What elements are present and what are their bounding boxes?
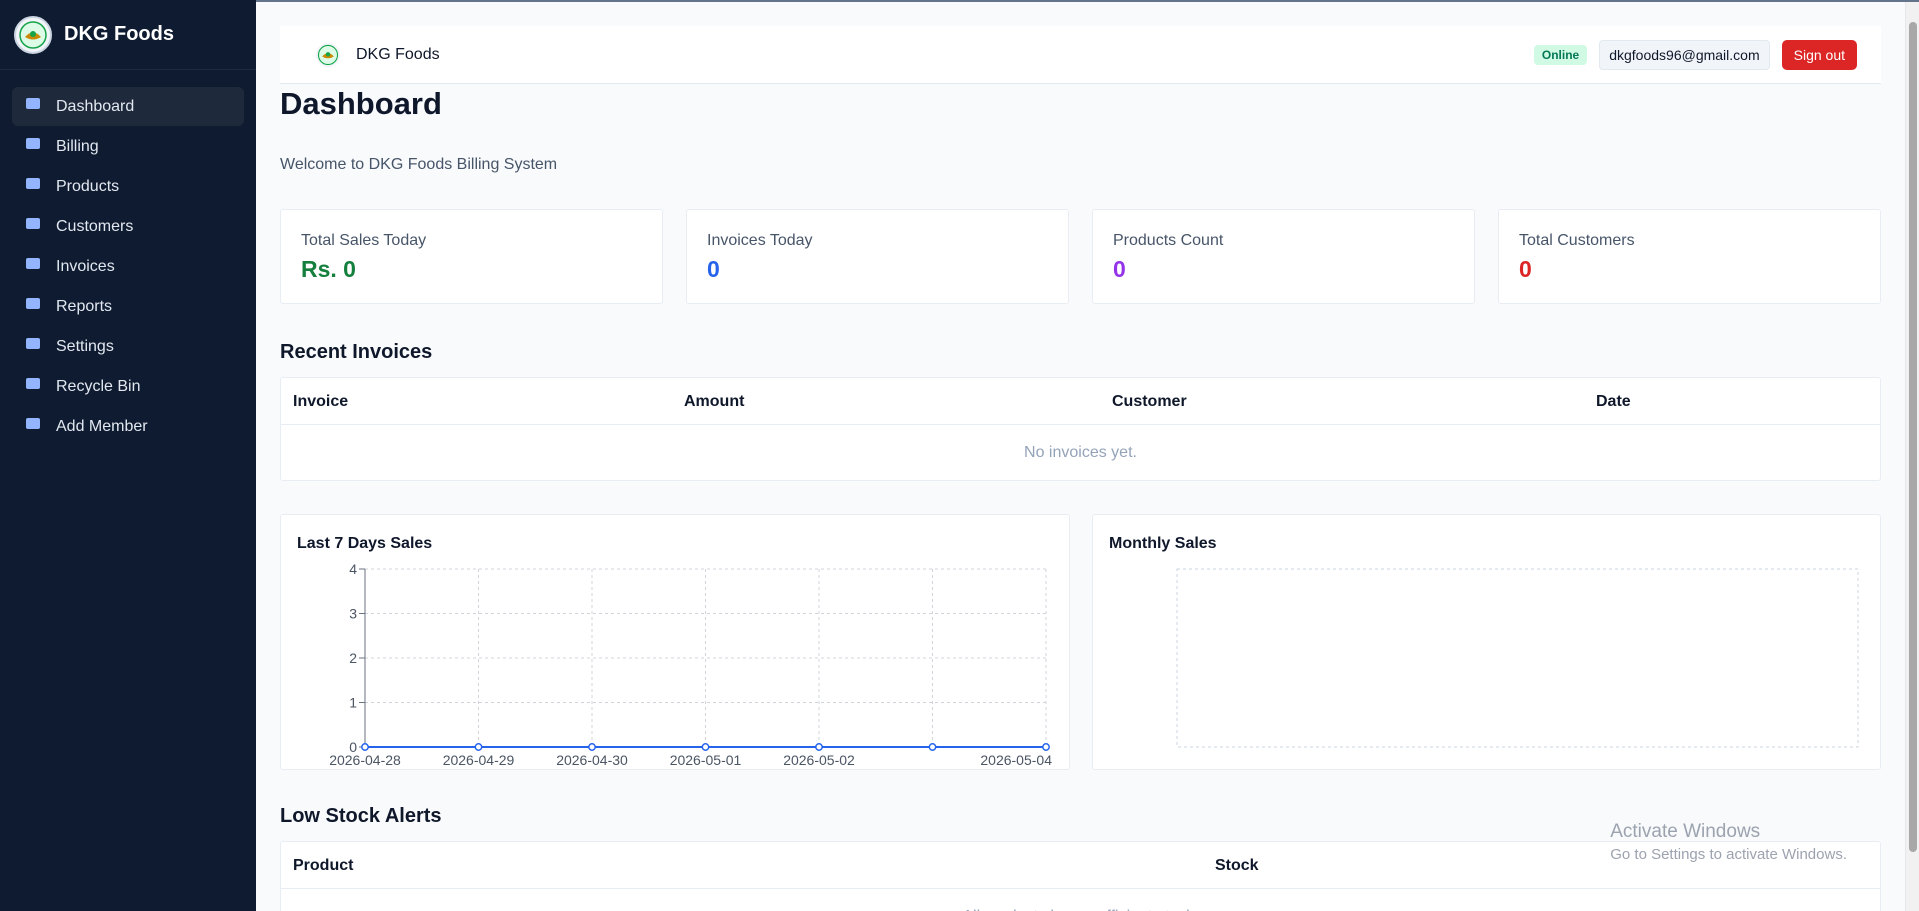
sidebar-item-products[interactable]: Products [12,167,244,206]
last-7-days-sales-chart: 012342026-04-28 2026-04-29 2026-04-30 2026-… [329,561,1052,768]
stat-card-invoices-today: Invoices Today 0 [686,209,1069,304]
low-stock-title: Low Stock Alerts [280,805,442,827]
topbar-actions: Online dkgfoods96@gmail.com Sign out [1533,39,1857,70]
column-header[interactable]: Invoice [293,393,348,411]
stat-value: 0 [707,256,720,282]
message-icon [26,418,40,429]
brand-name: DKG Foods [64,23,174,45]
recent-invoices-title: Recent Invoices [280,341,433,363]
stat-label: Products Count [1113,232,1224,249]
x-tick-label: 2026-04-28 [329,752,401,768]
y-tick-label: 2 [349,650,357,666]
topbar: DKG Foods Online dkgfoods96@gmail.com Si… [280,26,1881,84]
message-icon [26,218,40,229]
stat-card-total-sales: Total Sales Today Rs. 0 [280,209,663,304]
stat-card-products-count: Products Count 0 [1092,209,1475,304]
watermark-subtitle: Go to Settings to activate Windows. [1610,846,1847,863]
watermark-title: Activate Windows [1610,821,1761,842]
data-point [588,743,596,751]
welcome-text: Welcome to DKG Foods Billing System [280,156,558,173]
table-header-row: Invoice Amount Customer Date [281,378,1880,425]
empty-state: All products have sufficient stock. [281,889,1880,911]
x-tick-label: 2026-05-01 [670,752,742,768]
column-header[interactable]: Product [293,857,353,875]
y-tick-label: 3 [349,606,357,622]
sidebar-item-billing[interactable]: Billing [12,127,244,166]
chart-plot-area [1176,568,1859,748]
stat-label: Total Sales Today [301,232,427,249]
message-icon [26,338,40,349]
x-tick-label: 2026-05-04 [980,752,1052,768]
stat-value: 0 [1113,256,1126,282]
x-tick-label: 2026-05-02 [783,752,855,768]
recent-invoices-table: Invoice Amount Customer Date No invoices… [280,377,1881,481]
message-icon [26,98,40,109]
data-point [361,743,369,751]
sidebar-item-customers[interactable]: Customers [12,207,244,246]
monthly-sales-chart [1176,568,1859,748]
sidebar-nav: Dashboard Billing Products Customers Inv… [0,70,256,446]
data-point [815,743,823,751]
vertical-scrollbar[interactable] [1905,2,1919,911]
stat-card-total-customers: Total Customers 0 [1498,209,1881,304]
message-icon [26,258,40,269]
sidebar-item-settings[interactable]: Settings [12,327,244,366]
data-point [701,743,710,751]
message-icon [26,378,40,389]
sidebar-item-label: Customers [56,217,134,235]
sidebar-item-dashboard[interactable]: Dashboard [12,87,244,126]
main-content: DKG Foods Online dkgfoods96@gmail.com Si… [256,0,1919,911]
sidebar-item-label: Add Member [56,417,148,435]
sidebar-item-label: Reports [56,297,113,315]
y-tick-label: 4 [349,561,357,577]
scrollbar-thumb[interactable] [1909,22,1917,852]
sidebar-item-recycle-bin[interactable]: Recycle Bin [12,367,244,406]
sidebar-brand[interactable]: DKG Foods [0,0,256,70]
column-header[interactable]: Stock [1215,857,1259,875]
data-point [1042,743,1050,751]
sidebar-item-label: Billing [56,137,99,155]
column-header[interactable]: Amount [684,393,744,411]
stat-label: Invoices Today [707,232,813,249]
message-icon [26,298,40,309]
data-point [928,743,937,751]
message-icon [26,178,40,189]
brand-logo-icon [14,15,52,54]
monthly-sales-card: Monthly Sales [1092,514,1881,770]
sidebar-item-reports[interactable]: Reports [12,287,244,326]
sidebar-item-label: Settings [56,337,114,355]
user-email: dkgfoods96@gmail.com [1599,39,1770,70]
sign-out-button[interactable]: Sign out [1781,39,1857,70]
stat-label: Total Customers [1519,232,1635,249]
x-tick-label: 2026-04-30 [556,752,628,768]
data-point [474,743,483,751]
sidebar-item-invoices[interactable]: Invoices [12,247,244,286]
topbar-brand-name: DKG Foods [356,45,440,63]
sidebar: DKG Foods Dashboard Billing Products Cus… [0,0,256,911]
last-7-days-sales-card: Last 7 Days Sales 0 1 2 3 4 2026-04-28 2026-04… [280,514,1070,770]
column-header[interactable]: Date [1596,393,1631,411]
stat-value: 0 [1519,256,1532,282]
sidebar-item-label: Products [56,177,120,195]
status-badge: Online [1533,44,1588,65]
brand-logo-icon [316,42,340,67]
page-title: Dashboard [280,86,442,121]
x-tick-label: 2026-04-29 [443,752,515,768]
empty-state: No invoices yet. [1024,443,1137,461]
sidebar-item-label: Dashboard [56,97,135,115]
y-tick-label: 1 [349,695,357,711]
column-header[interactable]: Customer [1112,393,1187,411]
stat-value: Rs. 0 [301,256,356,282]
sidebar-item-add-member[interactable]: Add Member [12,407,244,446]
windows-activation-watermark: Activate Windows Go to Settings to activ… [1610,821,1847,863]
sidebar-item-label: Recycle Bin [56,377,141,395]
message-icon [26,138,40,149]
sidebar-item-label: Invoices [56,257,115,275]
